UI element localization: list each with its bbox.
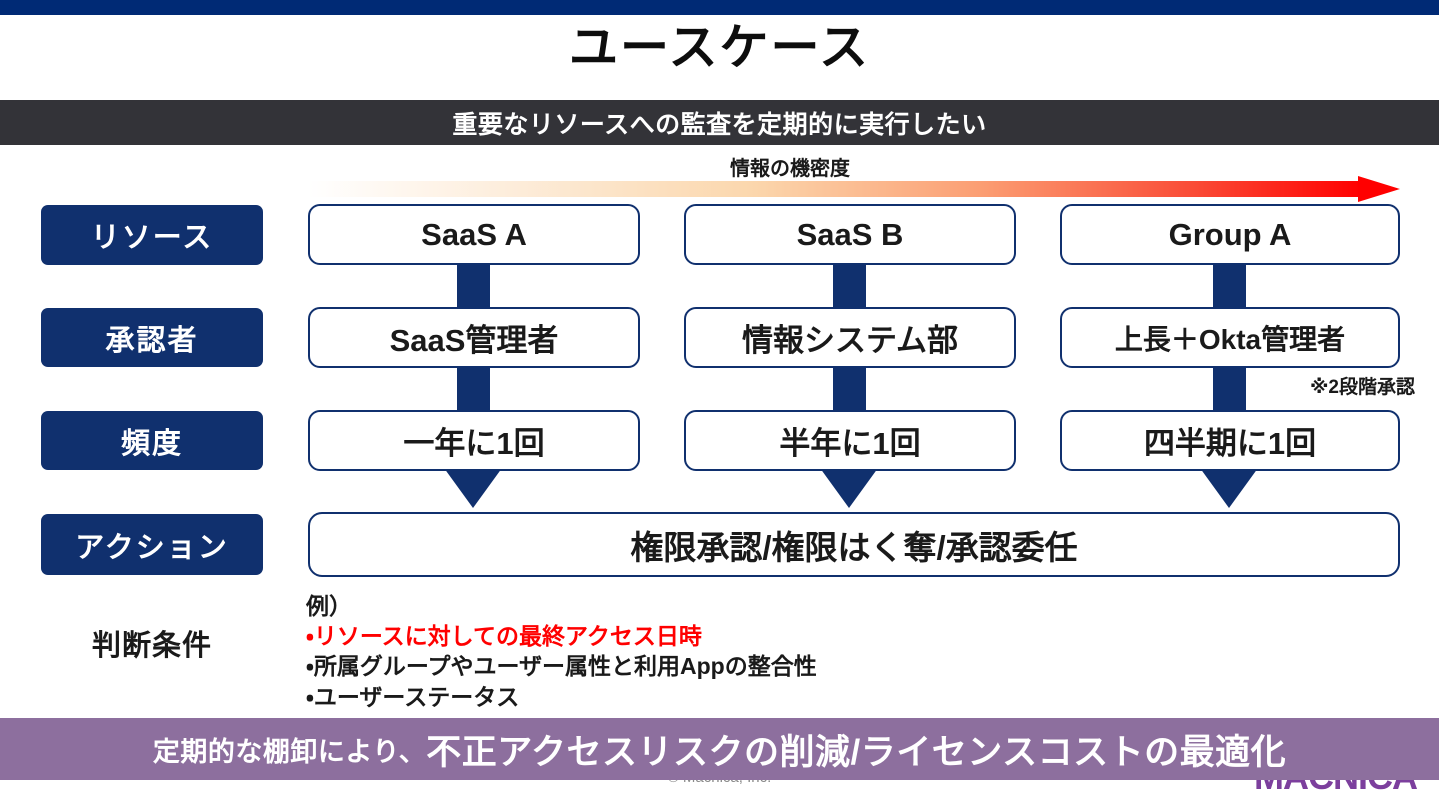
arrow-col2-to-action-icon [820, 468, 878, 508]
confidentiality-gradient-arrow-icon [308, 176, 1400, 202]
box-col1-resource: SaaS A [308, 204, 640, 265]
bottom-summary-banner: 定期的な棚卸により、 不正アクセスリスクの削減/ライセンスコストの最適化 [0, 718, 1439, 780]
slide-root: ユースケース 重要なリソースへの監査を定期的に実行したい 情報の機密度 リソース… [0, 0, 1439, 797]
note-two-stage-approval: ※2段階承認 [1309, 377, 1415, 398]
box-col1-frequency: 一年に1回 [308, 410, 640, 471]
row-label-action: アクション [41, 514, 263, 575]
row-label-frequency-text: 頻度 [120, 427, 183, 460]
arrow-col1-to-action-icon [444, 468, 502, 508]
connector-col1-approver-frequency [457, 365, 490, 413]
box-col3-approver: 上長＋Okta管理者 [1060, 307, 1400, 368]
criteria-block: 例） ・リソースに対しての最終アクセス日時 ・所属グループやユーザー属性と利用A… [306, 592, 1206, 712]
criteria-list: ・リソースに対しての最終アクセス日時 ・所属グループやユーザー属性と利用Appの… [306, 621, 1206, 713]
criteria-item: ・ユーザーステータス [306, 683, 520, 710]
criteria-item: ・所属グループやユーザー属性と利用Appの整合性 [306, 653, 817, 680]
row-label-resource: リソース [41, 205, 263, 265]
gradient-bar [308, 181, 1363, 197]
connector-col3-resource-approver [1213, 262, 1246, 310]
box-col3-frequency: 四半期に1回 [1060, 410, 1400, 471]
connector-col1-resource-approver [457, 262, 490, 310]
row-label-action-text: アクション [75, 531, 229, 564]
top-accent-bar [0, 0, 1439, 15]
connector-col2-resource-approver [833, 262, 866, 310]
banner-emphasis-text: 不正アクセスリスクの削減/ライセンスコストの最適化 [426, 732, 1287, 772]
box-col2-frequency: 半年に1回 [684, 410, 1016, 471]
box-col3-resource: Group A [1060, 204, 1400, 265]
gradient-arrowhead-icon [1358, 176, 1400, 202]
banner-lead-text: 定期的な棚卸により、 [152, 736, 427, 767]
row-label-frequency: 頻度 [41, 411, 263, 470]
row-label-approver-text: 承認者 [105, 324, 199, 357]
row-label-approver: 承認者 [41, 308, 263, 367]
row-label-criteria: 判断条件 [91, 630, 212, 662]
page-title: ユースケース [568, 21, 871, 75]
box-col2-approver: 情報システム部 [684, 307, 1016, 368]
subtitle-text: 重要なリソースへの監査を定期的に実行したい [452, 110, 987, 139]
connector-col2-approver-frequency [833, 365, 866, 413]
arrow-col3-to-action-icon [1200, 468, 1258, 508]
box-col1-approver: SaaS管理者 [308, 307, 640, 368]
box-action: 権限承認/権限はく奪/承認委任 [308, 512, 1400, 577]
subtitle-band: 重要なリソースへの監査を定期的に実行したい [0, 100, 1439, 145]
criteria-example-label: 例） [306, 593, 352, 619]
row-label-resource-text: リソース [90, 222, 214, 254]
box-col2-resource: SaaS B [684, 204, 1016, 265]
criteria-item: ・リソースに対しての最終アクセス日時 [306, 622, 702, 649]
